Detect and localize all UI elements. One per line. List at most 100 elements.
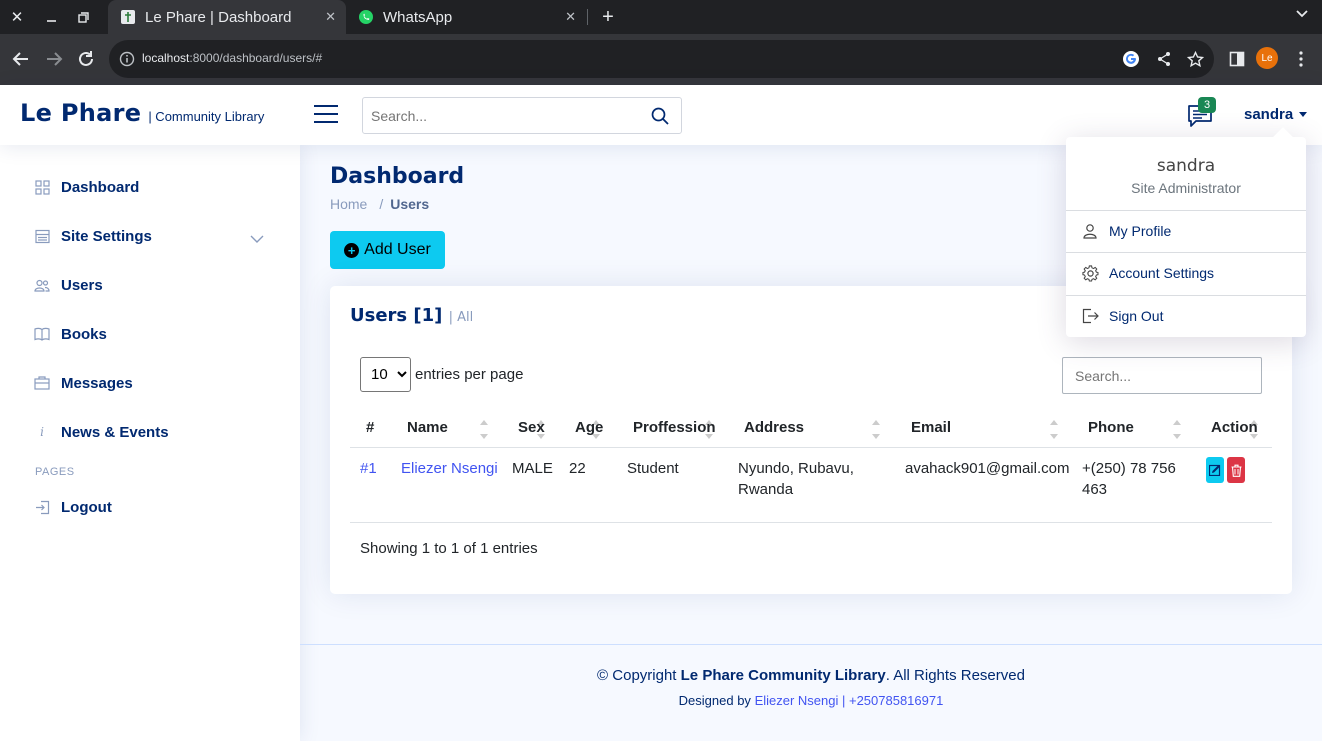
all-users-link[interactable]: | All [449,310,474,325]
delete-user-button[interactable] [1227,457,1245,483]
new-tab-icon[interactable]: + [597,5,619,29]
add-user-button[interactable]: + Add User [330,231,445,269]
book-icon [34,326,50,342]
side-panel-icon[interactable] [1227,49,1247,69]
user-dropdown-menu: sandra Site Administrator My Profile Acc… [1066,137,1306,337]
brand-subtitle: | Community Library [148,109,265,124]
column-header-age[interactable]: Age [575,419,603,436]
column-header-address[interactable]: Address [744,419,804,436]
sidebar-item-site-settings[interactable]: Site Settings [34,224,152,248]
my-profile-item[interactable]: My Profile [1081,221,1171,241]
card-title: Users [1] | All [350,305,474,326]
back-arrow-icon[interactable] [8,46,34,72]
table-info: Showing 1 to 1 of 1 entries [360,540,538,557]
gear-icon [1081,264,1099,282]
sort-icon[interactable] [480,420,488,440]
column-header-number[interactable]: # [366,419,374,436]
tab-whatsapp[interactable]: WhatsApp ✕ [346,0,586,34]
sidebar-item-books[interactable]: Books [34,322,107,346]
per-page-select[interactable]: 10 [360,357,411,392]
breadcrumb-home[interactable]: Home [330,196,367,212]
sidebar-item-label: News & Events [61,423,169,441]
sign-out-item[interactable]: Sign Out [1081,306,1163,326]
tab-separator [587,9,588,25]
table-row: #1 Eliezer Nsengi MALE 22 Student Nyundo… [350,449,1272,523]
window-restore-icon[interactable] [68,0,98,34]
tab-close-icon[interactable]: ✕ [325,9,336,25]
url-text: localhost:8000/dashboard/users/# [142,51,323,65]
column-header-phone[interactable]: Phone [1088,419,1134,436]
user-address: Nyundo, Rubavu, Rwanda [738,460,854,498]
add-user-label: Add User [364,241,431,258]
pencil-square-icon [1209,464,1221,476]
browser-profile-avatar[interactable]: Le [1256,47,1278,69]
sidebar-item-news-events[interactable]: i News & Events [34,420,169,444]
user-id-link[interactable]: #1 [360,458,377,479]
column-header-action: Action [1211,419,1258,436]
forward-arrow-icon[interactable] [41,46,67,72]
header-search-form [362,97,682,134]
search-icon[interactable] [651,107,669,125]
sort-icon[interactable] [1050,420,1058,440]
browser-menu-icon[interactable] [1291,49,1311,69]
sidebar-item-messages[interactable]: Messages [34,371,133,395]
tab-dashboard[interactable]: Le Phare | Dashboard ✕ [108,0,346,34]
copyright-text: © Copyright Le Phare Community Library. … [597,667,1025,684]
info-icon: i [40,425,44,439]
breadcrumb: Home / Users [330,196,430,212]
sidebar-item-label: Books [61,325,107,343]
edit-user-button[interactable] [1206,457,1224,483]
whatsapp-icon [358,9,374,25]
logout-icon [34,499,50,515]
column-header-name[interactable]: Name [407,419,448,436]
sort-icon[interactable] [1173,420,1181,440]
sidebar-item-users[interactable]: Users [34,273,103,297]
sidebar: Dashboard Site Settings Users Books Mess… [0,145,300,741]
header-username: sandra [1244,106,1294,123]
account-settings-item[interactable]: Account Settings [1081,263,1214,283]
breadcrumb-current: Users [390,196,430,212]
tab-search-chevron-icon[interactable] [1296,7,1308,22]
grid-icon [34,179,50,195]
site-favicon-icon [120,9,136,25]
sidebar-item-label: Site Settings [61,227,152,245]
brand-name: Le Phare [20,99,142,127]
caret-down-icon [1299,112,1308,117]
message-count-badge: 3 [1198,97,1216,113]
browser-tabstrip: ✕ Le Phare | Dashboard ✕ WhatsApp ✕ + [0,0,1322,34]
reload-icon[interactable] [73,46,99,72]
window-minimize-icon[interactable] [36,0,66,34]
bookmark-star-icon[interactable] [1186,50,1204,68]
sidebar-toggle-icon[interactable] [314,105,338,125]
window-close-icon[interactable]: ✕ [2,0,32,34]
per-page-label: entries per page [415,366,524,383]
sidebar-item-label: Logout [61,498,112,516]
tab-close-icon[interactable]: ✕ [565,9,576,25]
sidebar-item-label: Users [61,276,103,294]
sign-out-icon [1081,307,1099,325]
tab-title: Le Phare | Dashboard [145,8,292,26]
copyright-owner: Le Phare Community Library [680,667,886,684]
sidebar-item-label: Messages [61,374,133,392]
chevron-down-icon[interactable] [250,231,264,243]
header-search-input[interactable] [363,98,633,133]
site-info-icon[interactable] [119,51,135,67]
designer-link[interactable]: Eliezer Nsengi | +250785816971 [755,693,944,708]
site-logo[interactable]: Le Phare | Community Library [20,99,264,127]
footer: © Copyright Le Phare Community Library. … [300,644,1322,741]
address-bar[interactable]: localhost:8000/dashboard/users/# [109,40,1214,78]
column-header-email[interactable]: Email [911,419,951,436]
sidebar-item-dashboard[interactable]: Dashboard [34,175,139,199]
sort-icon[interactable] [872,420,880,440]
column-header-sex[interactable]: Sex [518,419,545,436]
user-name-link[interactable]: Eliezer Nsengi [401,458,498,479]
sidebar-item-logout[interactable]: Logout [34,495,112,519]
google-lens-icon[interactable] [1122,50,1140,68]
user-email: avahack901@gmail.com [905,460,1070,477]
user-profession: Student [627,460,679,477]
table-search-input[interactable] [1062,357,1262,394]
share-icon[interactable] [1155,50,1173,68]
column-header-profession[interactable]: Proffession [633,419,716,436]
user-menu-toggle[interactable]: sandra [1244,106,1308,123]
divider [1066,252,1306,253]
